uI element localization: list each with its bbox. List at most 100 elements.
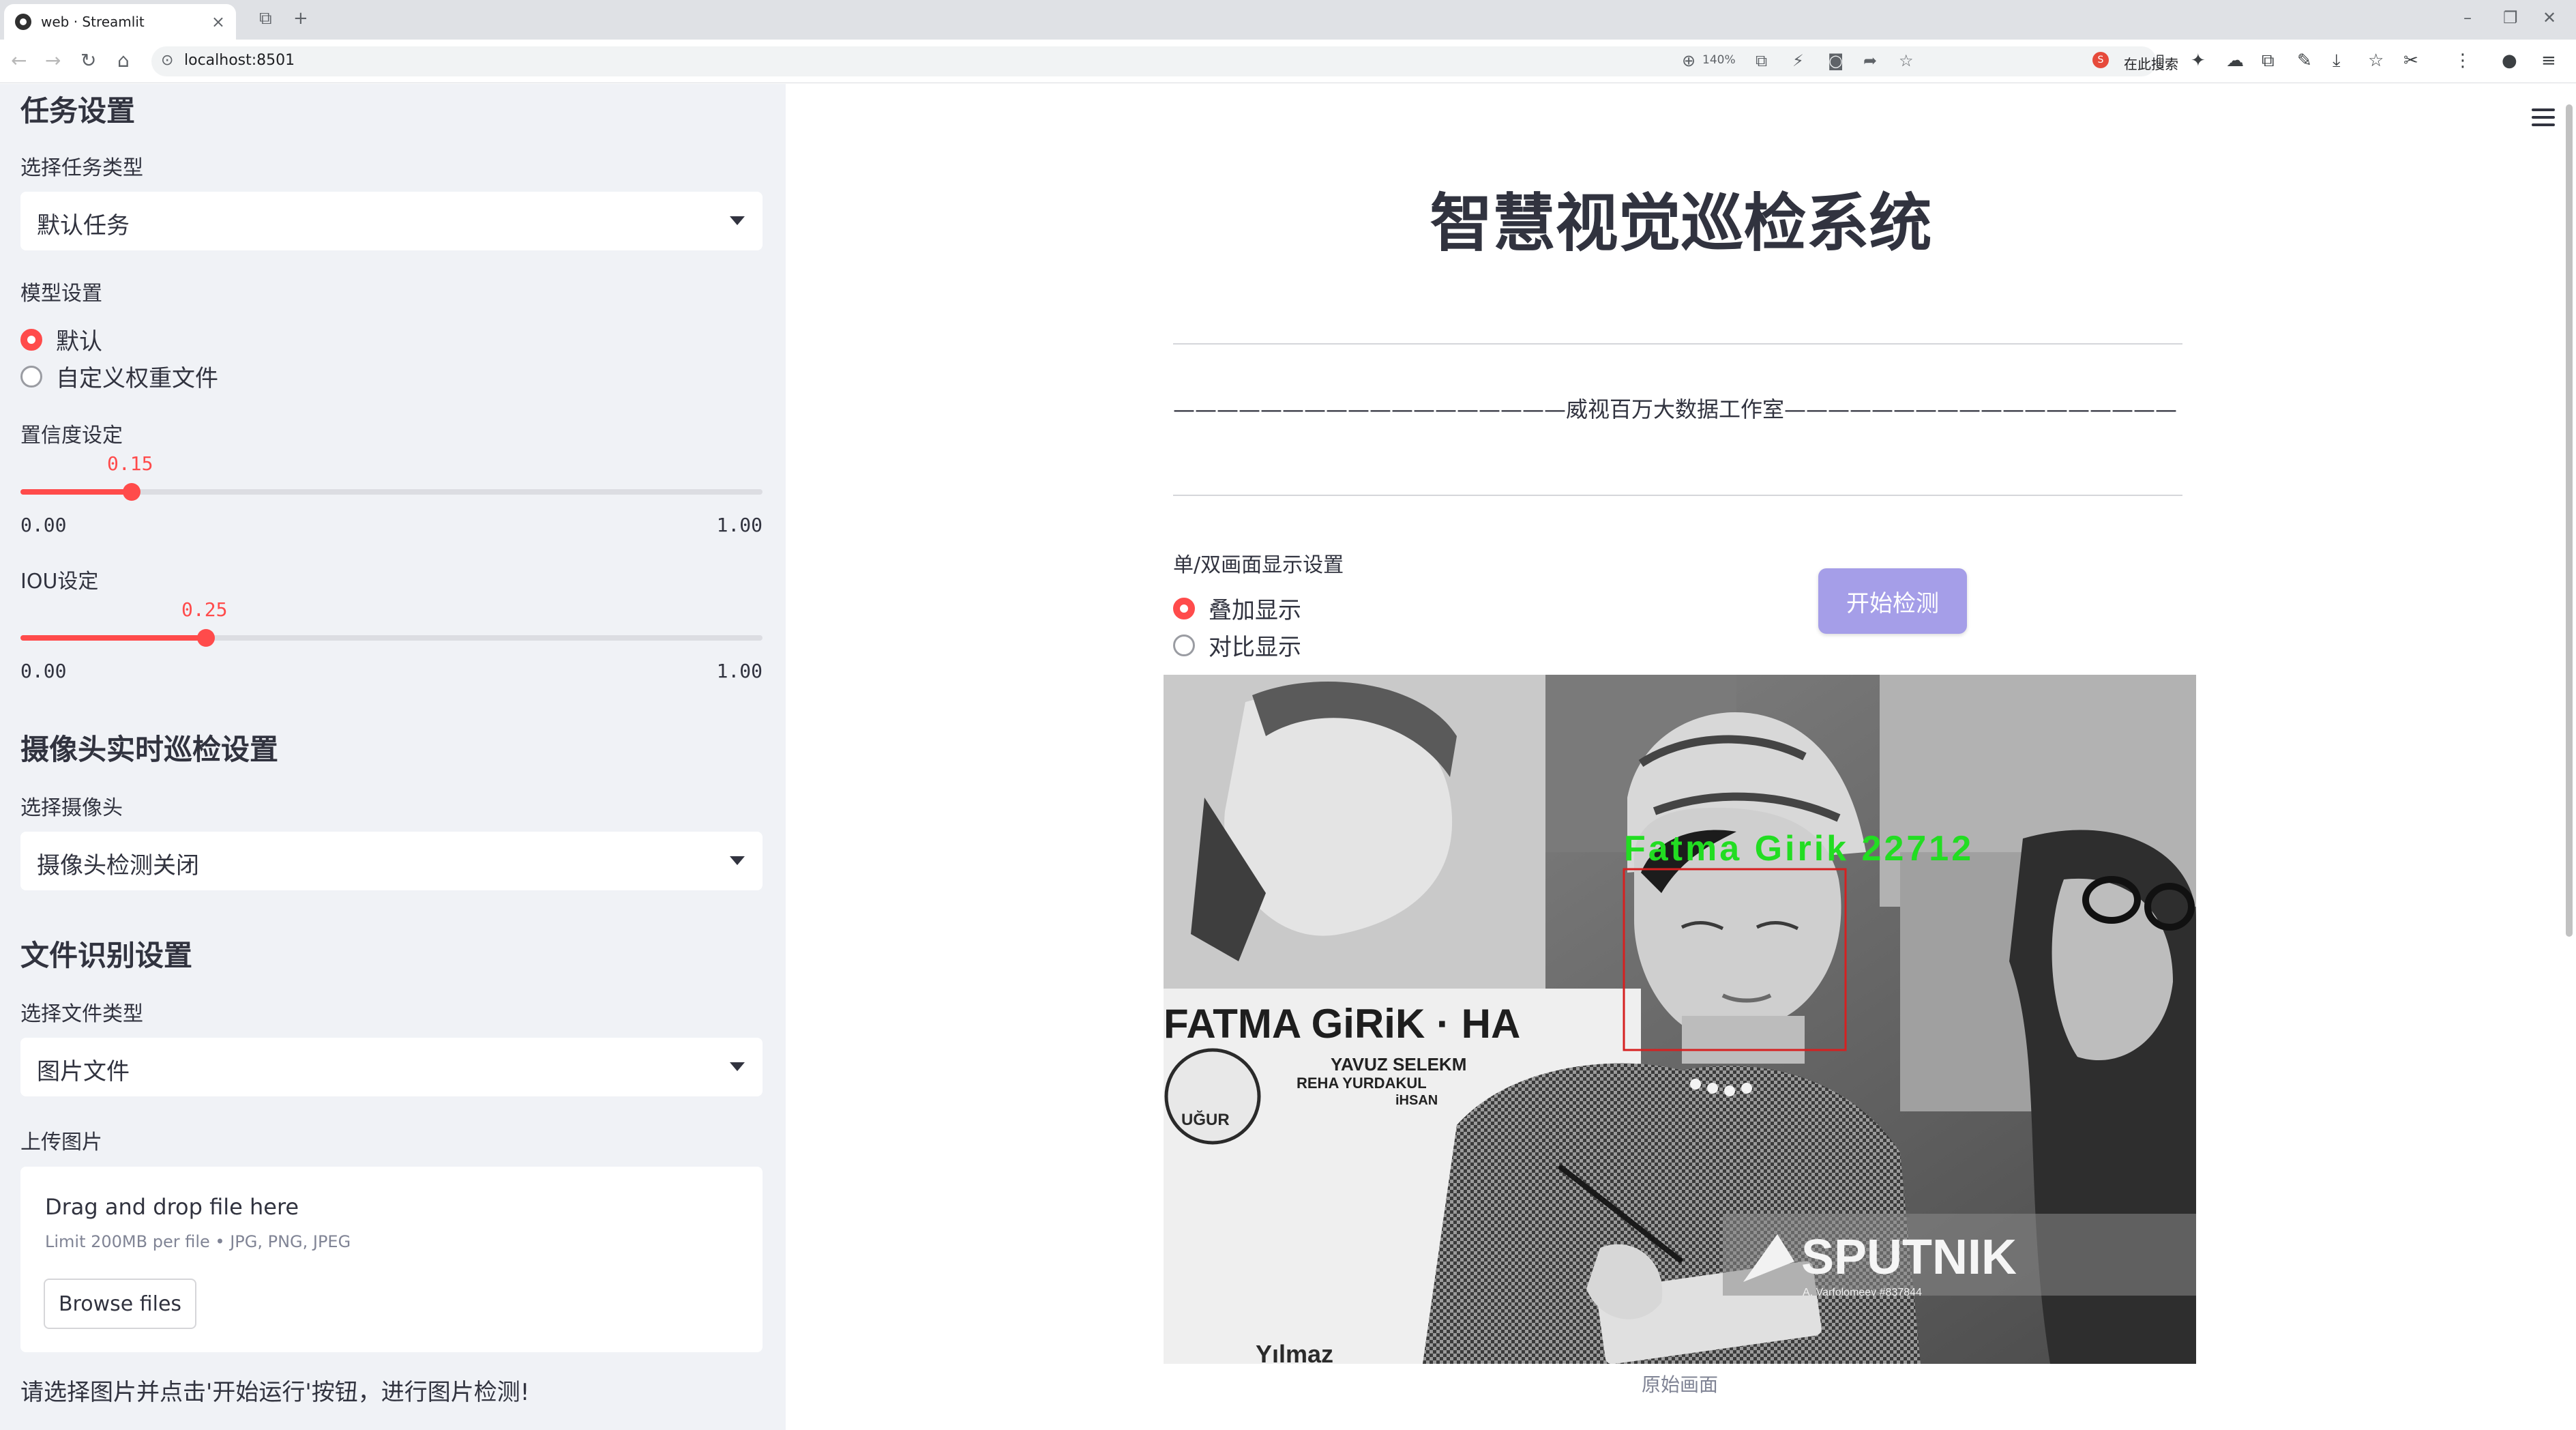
zoom-level[interactable]: 140% <box>1702 53 1736 67</box>
extension-cloud-icon[interactable]: ☁ <box>2226 50 2244 71</box>
forward-icon[interactable]: → <box>45 49 61 72</box>
file-type-value: 图片文件 <box>37 1058 130 1085</box>
zoom-icon[interactable]: ⊕ <box>1682 51 1696 70</box>
confidence-slider[interactable]: 0.15 0.00 1.00 <box>20 452 763 536</box>
display-option-overlay: 叠加显示 <box>1209 597 1301 624</box>
new-tab-icon[interactable]: + <box>293 8 308 29</box>
menu-icon[interactable]: ≡ <box>2541 50 2556 71</box>
extension-copy-icon[interactable]: ⧉ <box>2262 50 2275 72</box>
watermark-credit-text: A. Varfolomeev #837844 <box>1803 1287 1922 1298</box>
display-radio-compare[interactable]: 对比显示 <box>1173 628 1301 662</box>
task-type-value: 默认任务 <box>37 212 130 239</box>
display-mode-label: 单/双画面显示设置 <box>1173 553 1344 577</box>
slider-fill <box>20 489 132 495</box>
poster-credits2-text: REHA YURDAKUL <box>1297 1075 1427 1092</box>
display-option-compare: 对比显示 <box>1209 634 1301 661</box>
extension-color-icon[interactable]: ✦ <box>2191 50 2206 71</box>
search-engine-icon: S <box>2092 52 2109 68</box>
camera-select-value: 摄像头检测关闭 <box>37 852 199 879</box>
poster-bottom-text: Yılmaz <box>1256 1340 1333 1364</box>
detection-result-image: FATMA GiRiK · HA YAVUZ SELEKM REHA YURDA… <box>1164 675 2196 1364</box>
favorites-icon[interactable]: ☆ <box>2368 50 2384 71</box>
file-type-label: 选择文件类型 <box>20 1002 143 1026</box>
slider-max: 1.00 <box>716 660 763 682</box>
camera-select-label: 选择摄像头 <box>20 796 123 820</box>
browse-files-button[interactable]: Browse files <box>44 1279 196 1329</box>
camera-select[interactable]: 摄像头检测关闭 <box>20 832 763 890</box>
detection-label-text: Fatma Girik 22712 <box>1624 829 1974 869</box>
chevron-down-icon <box>730 1062 745 1071</box>
divider-bottom <box>1173 495 2182 496</box>
slider-min: 0.00 <box>20 660 67 682</box>
model-settings-label: 模型设置 <box>20 282 102 306</box>
site-info-icon[interactable]: ⊙ <box>161 52 173 69</box>
file-dropzone[interactable]: Drag and drop file here Limit 200MB per … <box>20 1167 763 1352</box>
hint-text: 请选择图片并点击'开始运行'按钮，进行图片检测! <box>20 1379 530 1406</box>
download-icon[interactable]: ⤓ <box>2333 50 2341 72</box>
file-type-select[interactable]: 图片文件 <box>20 1038 763 1096</box>
task-type-select[interactable]: 默认任务 <box>20 192 763 250</box>
watermark-text: SPUTNIK <box>1801 1230 2017 1285</box>
url-text[interactable]: localhost:8501 <box>184 52 295 69</box>
radio-selected-icon[interactable] <box>20 328 42 351</box>
main-content: 智慧视觉巡检系统 ——————————————————威视百万大数据工作室———… <box>786 84 2576 1430</box>
confidence-label: 置信度设定 <box>20 424 123 448</box>
share-icon[interactable]: ➦ <box>1863 51 1877 70</box>
extension-pen-icon[interactable]: ✎ <box>2297 50 2312 71</box>
tab-groups-icon[interactable]: ⧉ <box>259 8 272 29</box>
minimize-icon[interactable]: – <box>2463 8 2472 27</box>
camera-settings-heading: 摄像头实时巡检设置 <box>20 733 279 766</box>
iou-slider[interactable]: 0.25 0.00 1.00 <box>20 598 763 682</box>
streamlit-favicon-icon <box>15 14 31 30</box>
address-bar[interactable]: ⊙ localhost:8501 ⊕ 140% ⧉ ⚡ ◙ ➦ ☆ S 在此搜索 <box>151 46 2178 76</box>
poster-logo-text: UĞUR <box>1181 1110 1230 1129</box>
lightning-icon[interactable]: ⚡ <box>1792 51 1804 70</box>
tab-title: web · Streamlit <box>41 14 145 30</box>
home-icon[interactable]: ⌂ <box>117 49 130 72</box>
screenshot-icon[interactable]: ◙ <box>1828 51 1844 70</box>
display-radio-overlay[interactable]: 叠加显示 <box>1173 592 1301 625</box>
close-window-icon[interactable]: ✕ <box>2543 8 2556 27</box>
hamburger-menu-icon[interactable] <box>2532 108 2555 126</box>
phone-icon[interactable]: ▯ <box>2155 50 2165 71</box>
bookmark-star-icon[interactable]: ☆ <box>1899 51 1914 70</box>
divider-top <box>1173 343 2182 345</box>
model-radio-default[interactable]: 默认 <box>20 323 102 356</box>
dropzone-limit: Limit 200MB per file • JPG, PNG, JPEG <box>45 1232 351 1251</box>
browser-nav-bar: ← → ↻ ⌂ ⊙ localhost:8501 ⊕ 140% ⧉ ⚡ ◙ ➦ … <box>0 40 2576 83</box>
slider-thumb[interactable] <box>123 483 140 501</box>
iou-label: IOU设定 <box>20 570 99 594</box>
slider-value: 0.25 <box>181 598 228 621</box>
restore-icon[interactable]: ❐ <box>2503 8 2518 27</box>
task-settings-heading: 任务设置 <box>20 94 136 128</box>
model-option-custom: 自定义权重文件 <box>56 365 218 392</box>
poster-credits3-text: iHSAN <box>1395 1093 1438 1108</box>
scissors-icon[interactable]: ✂ <box>2403 50 2418 71</box>
more-vertical-icon[interactable]: ⋮ <box>2454 50 2472 71</box>
browser-tab-bar: web · Streamlit × ⧉ + – ❐ ✕ <box>0 0 2576 40</box>
dropzone-title: Drag and drop file here <box>45 1194 299 1220</box>
image-caption: 原始画面 <box>1641 1373 1718 1396</box>
search-placeholder[interactable]: 在此搜索 <box>2124 53 2178 73</box>
slider-max: 1.00 <box>716 514 763 536</box>
close-tab-icon[interactable]: × <box>211 12 225 31</box>
profile-avatar-icon[interactable]: ● <box>2502 50 2517 71</box>
chevron-down-icon <box>730 216 745 225</box>
radio-selected-icon[interactable] <box>1173 597 1195 619</box>
slider-value: 0.15 <box>107 452 153 475</box>
browser-tab[interactable]: web · Streamlit × <box>4 4 236 40</box>
slider-min: 0.00 <box>20 514 67 536</box>
reload-icon[interactable]: ↻ <box>80 49 96 72</box>
sidebar: 任务设置 选择任务类型 默认任务 模型设置 默认 自定义权重文件 置信度设定 0… <box>0 84 786 1430</box>
radio-unselected-icon[interactable] <box>20 365 42 388</box>
task-type-label: 选择任务类型 <box>20 156 143 180</box>
radio-unselected-icon[interactable] <box>1173 634 1195 656</box>
translate-icon[interactable]: ⧉ <box>1756 51 1767 70</box>
back-icon[interactable]: ← <box>11 49 27 72</box>
slider-fill <box>20 635 206 641</box>
slider-thumb[interactable] <box>197 629 215 647</box>
start-detection-button[interactable]: 开始检测 <box>1818 568 1967 634</box>
model-radio-custom[interactable]: 自定义权重文件 <box>20 360 218 393</box>
studio-banner: ——————————————————威视百万大数据工作室————————————… <box>1173 396 2178 422</box>
poster-credits-text: YAVUZ SELEKM <box>1331 1054 1466 1075</box>
